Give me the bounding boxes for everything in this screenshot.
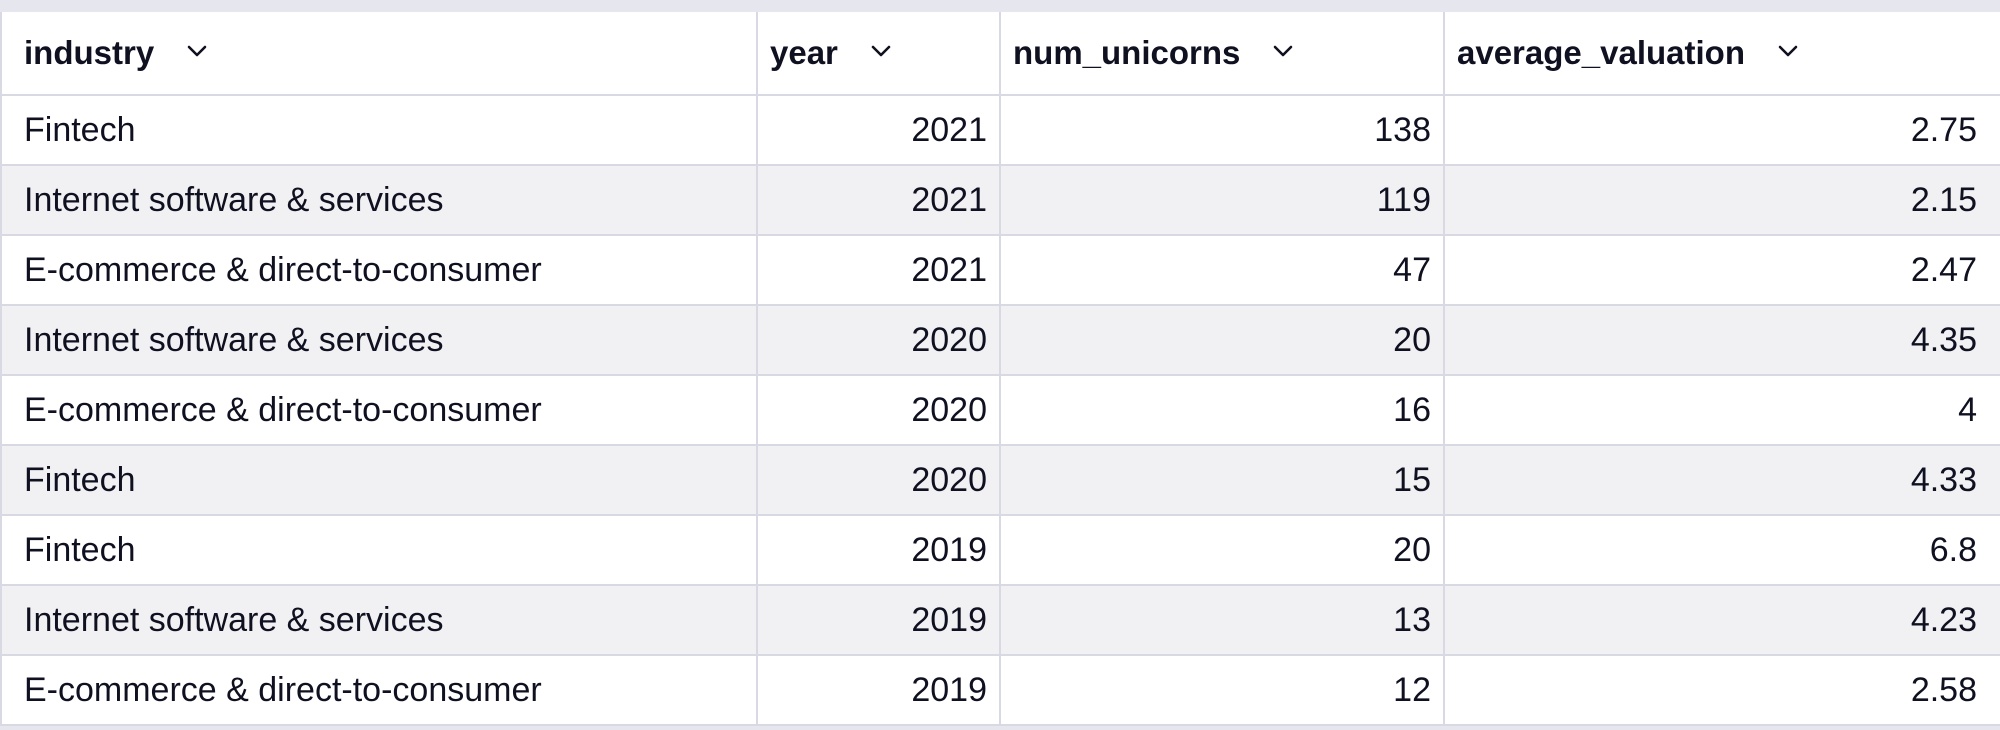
- column-header-year[interactable]: year: [757, 12, 1001, 96]
- cell-num-unicorns: 119: [1000, 165, 1445, 236]
- table-row[interactable]: Internet software & services 2019 13 4.2…: [0, 585, 2000, 656]
- cell-average-valuation: 4.35: [1444, 305, 2000, 376]
- cell-num-unicorns: 47: [1000, 235, 1445, 306]
- cell-year: 2019: [757, 515, 1001, 586]
- table-row[interactable]: Internet software & services 2021 119 2.…: [0, 165, 2000, 236]
- chevron-down-icon[interactable]: [184, 38, 210, 64]
- cell-average-valuation: 6.8: [1444, 515, 2000, 586]
- cell-year: 2020: [757, 305, 1001, 376]
- cell-year: 2021: [757, 165, 1001, 236]
- cell-num-unicorns: 16: [1000, 375, 1445, 446]
- cell-average-valuation: 4.23: [1444, 585, 2000, 656]
- chevron-down-icon[interactable]: [1775, 38, 1801, 64]
- cell-average-valuation: 2.58: [1444, 655, 2000, 726]
- data-table-frame: industry year num_unicorns average_valua…: [0, 0, 2000, 730]
- cell-industry: Fintech: [0, 445, 758, 516]
- cell-year: 2020: [757, 445, 1001, 516]
- column-header-label: num_unicorns: [1013, 34, 1241, 71]
- cell-num-unicorns: 20: [1000, 515, 1445, 586]
- cell-industry: Internet software & services: [0, 305, 758, 376]
- table-row[interactable]: E-commerce & direct-to-consumer 2021 47 …: [0, 235, 2000, 306]
- cell-year: 2019: [757, 585, 1001, 656]
- table-header-row: industry year num_unicorns average_valua…: [0, 12, 2000, 96]
- cell-industry: Fintech: [0, 515, 758, 586]
- cell-num-unicorns: 138: [1000, 95, 1445, 166]
- cell-year: 2020: [757, 375, 1001, 446]
- table-row[interactable]: Fintech 2019 20 6.8: [0, 515, 2000, 586]
- cell-average-valuation: 2.15: [1444, 165, 2000, 236]
- table-row[interactable]: Fintech 2021 138 2.75: [0, 95, 2000, 166]
- cell-industry: Internet software & services: [0, 585, 758, 656]
- column-header-average-valuation[interactable]: average_valuation: [1444, 12, 2000, 96]
- cell-industry: Internet software & services: [0, 165, 758, 236]
- cell-year: 2019: [757, 655, 1001, 726]
- cell-year: 2021: [757, 235, 1001, 306]
- column-header-industry[interactable]: industry: [0, 12, 758, 96]
- column-header-label: industry: [24, 34, 155, 71]
- cell-industry: E-commerce & direct-to-consumer: [0, 655, 758, 726]
- table-row[interactable]: E-commerce & direct-to-consumer 2019 12 …: [0, 655, 2000, 726]
- table-row[interactable]: Fintech 2020 15 4.33: [0, 445, 2000, 516]
- column-header-label: year: [770, 34, 838, 71]
- cell-num-unicorns: 15: [1000, 445, 1445, 516]
- cell-average-valuation: 4.33: [1444, 445, 2000, 516]
- cell-num-unicorns: 12: [1000, 655, 1445, 726]
- cell-industry: E-commerce & direct-to-consumer: [0, 375, 758, 446]
- chevron-down-icon[interactable]: [1270, 38, 1296, 64]
- cell-average-valuation: 2.47: [1444, 235, 2000, 306]
- cell-num-unicorns: 13: [1000, 585, 1445, 656]
- column-header-label: average_valuation: [1457, 34, 1745, 71]
- cell-industry: Fintech: [0, 95, 758, 166]
- table-row[interactable]: E-commerce & direct-to-consumer 2020 16 …: [0, 375, 2000, 446]
- chevron-down-icon[interactable]: [868, 38, 894, 64]
- cell-industry: E-commerce & direct-to-consumer: [0, 235, 758, 306]
- cell-year: 2021: [757, 95, 1001, 166]
- cell-num-unicorns: 20: [1000, 305, 1445, 376]
- cell-average-valuation: 2.75: [1444, 95, 2000, 166]
- table-row[interactable]: Internet software & services 2020 20 4.3…: [0, 305, 2000, 376]
- cell-average-valuation: 4: [1444, 375, 2000, 446]
- column-header-num-unicorns[interactable]: num_unicorns: [1000, 12, 1445, 96]
- data-table: industry year num_unicorns average_valua…: [0, 12, 2000, 726]
